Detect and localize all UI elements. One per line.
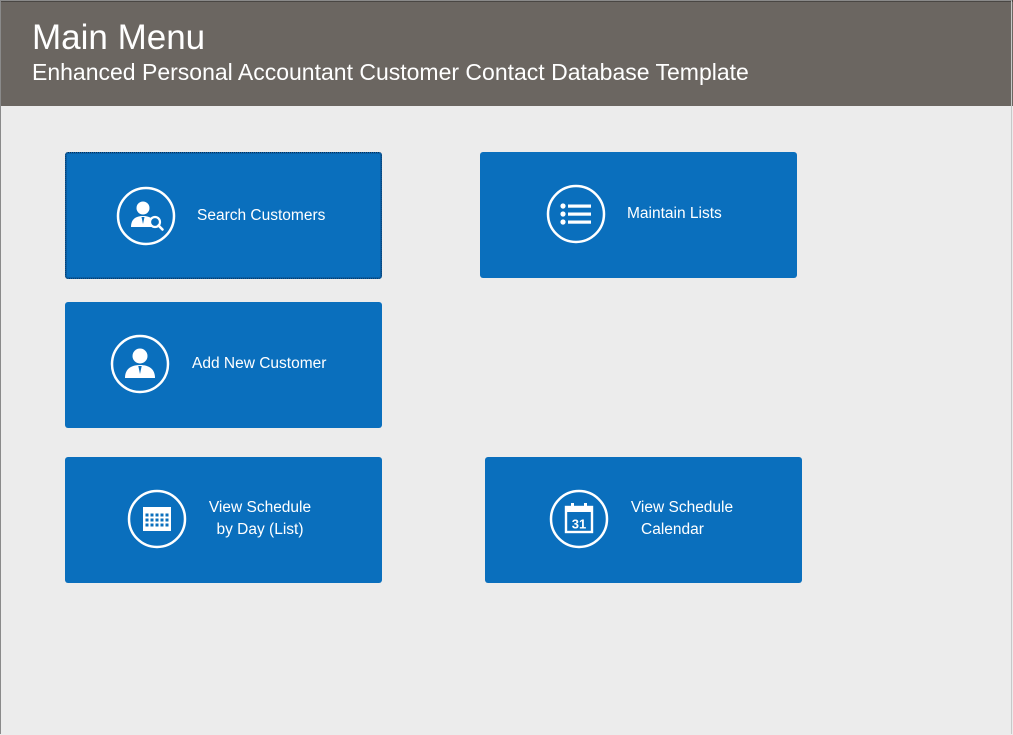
user-search-icon	[116, 186, 176, 246]
user-icon	[110, 334, 170, 394]
maintain-lists-label: Maintain Lists	[627, 205, 722, 222]
search-customers-label: Search Customers	[197, 207, 326, 224]
view-schedule-list-button[interactable]: View Schedule by Day (List)	[65, 457, 382, 583]
list-icon	[546, 184, 606, 244]
view-schedule-list-line2: by Day (List)	[216, 521, 304, 538]
add-new-customer-label: Add New Customer	[192, 355, 327, 372]
page-title: Main Menu	[32, 18, 206, 57]
calendar-day-number: 31	[572, 517, 586, 532]
header-bar: Main Menu Enhanced Personal Accountant C…	[0, 0, 1013, 106]
page-subtitle: Enhanced Personal Accountant Customer Co…	[32, 59, 749, 85]
maintain-lists-button[interactable]: Maintain Lists	[480, 152, 797, 278]
search-customers-button[interactable]: Search Customers	[65, 152, 382, 279]
add-new-customer-button[interactable]: Add New Customer	[65, 302, 382, 428]
calendar-day-icon: 31	[549, 489, 609, 549]
view-schedule-list-line1: View Schedule	[208, 499, 312, 516]
view-schedule-calendar-label: View Schedule Calendar	[622, 497, 742, 541]
view-schedule-calendar-button[interactable]: 31 View Schedule Calendar	[485, 457, 802, 583]
view-schedule-calendar-line2: Calendar	[641, 521, 704, 538]
view-schedule-calendar-line1: View Schedule	[630, 499, 734, 516]
view-schedule-list-label: View Schedule by Day (List)	[200, 497, 320, 541]
calendar-grid-icon	[127, 489, 187, 549]
